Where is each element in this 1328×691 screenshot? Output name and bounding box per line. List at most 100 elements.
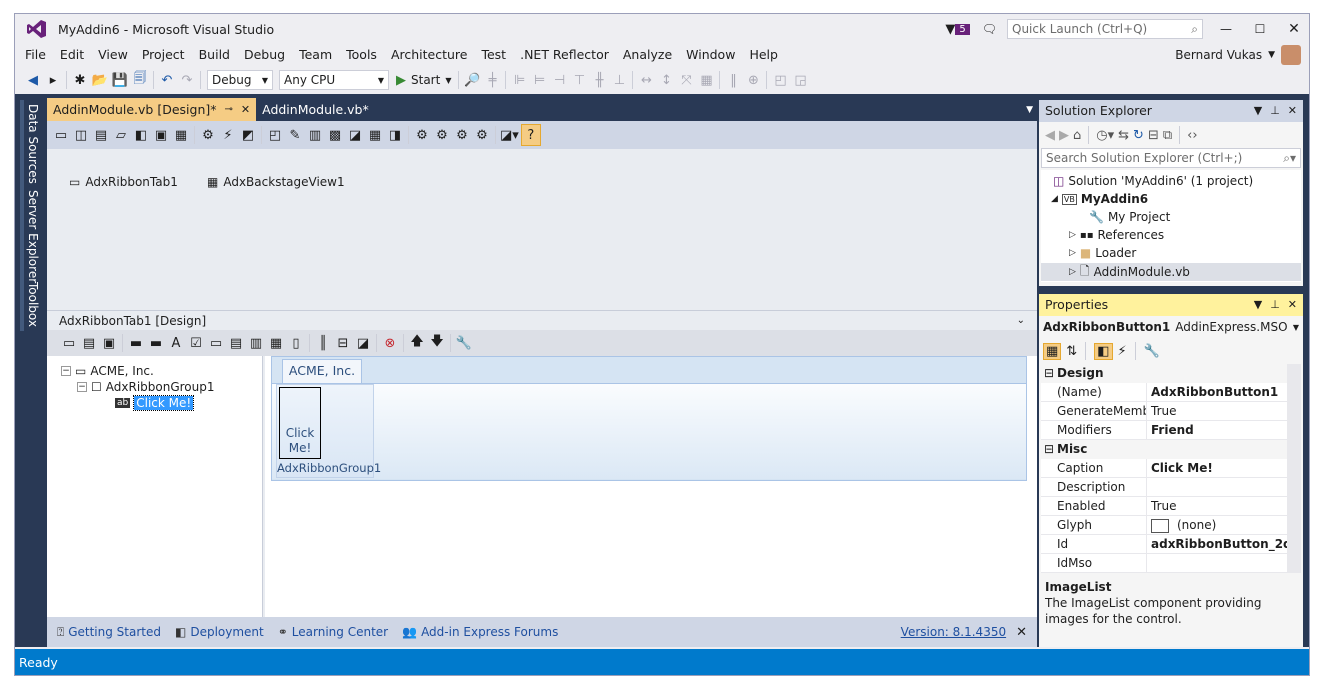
textbox-icon[interactable]: ▬	[127, 332, 145, 354]
property-value[interactable]: Click Me!	[1147, 459, 1287, 477]
property-value[interactable]	[1147, 554, 1287, 572]
collapse-icon[interactable]: −	[77, 382, 87, 392]
tree-item-project[interactable]: ◢ VB MyAddin6	[1051, 192, 1148, 206]
menu-build[interactable]: Build	[192, 44, 237, 66]
bring-front-icon[interactable]: ◰	[771, 69, 789, 91]
link-deployment[interactable]: ◧ Deployment	[175, 625, 264, 639]
button-icon[interactable]: ▭	[60, 332, 78, 354]
menu-test[interactable]: Test	[474, 44, 513, 66]
gear-icon[interactable]: ⚙	[413, 124, 431, 146]
menu-architecture[interactable]: Architecture	[384, 44, 475, 66]
align-top-icon[interactable]: ⊤	[570, 69, 588, 91]
property-row[interactable]: Glyph (none)	[1041, 516, 1287, 535]
wrench-icon[interactable]: 🔧	[1144, 344, 1160, 359]
dropdown-icon[interactable]: ▼	[1254, 100, 1262, 122]
center-icon[interactable]: ⊕	[744, 69, 762, 91]
align-bottom-icon[interactable]: ⊥	[610, 69, 628, 91]
split-button-icon[interactable]: ▣	[100, 332, 118, 354]
close-button[interactable]: ✕	[1277, 21, 1309, 37]
same-size-icon[interactable]: ⤧	[677, 69, 695, 91]
pin-icon[interactable]: ⊥	[1270, 100, 1280, 122]
component-adxribbontab1[interactable]: ▭ AdxRibbonTab1	[69, 175, 178, 189]
combo-icon[interactable]: ▬	[147, 332, 165, 354]
gallery-icon[interactable]: ▤	[80, 332, 98, 354]
close-icon[interactable]: ✕	[1288, 100, 1297, 122]
close-icon[interactable]: ✕	[1016, 625, 1027, 640]
dialog-launcher-icon[interactable]: ⊟	[334, 332, 352, 354]
align-middle-icon[interactable]: ╫	[590, 69, 608, 91]
property-row[interactable]: Enabled True	[1041, 497, 1287, 516]
box-icon[interactable]: ▯	[287, 332, 305, 354]
minimize-button[interactable]: —	[1209, 22, 1243, 36]
property-value[interactable]: AdxRibbonButton1	[1147, 383, 1287, 401]
tab-addinmodule-code[interactable]: AddinModule.vb*	[256, 98, 375, 121]
scrollbar[interactable]	[1291, 386, 1299, 426]
keyboard-shortcut-icon[interactable]: ⚙	[199, 124, 217, 146]
copy-icon[interactable]: ⧉	[1163, 128, 1172, 143]
category-misc[interactable]: ⊟ Misc	[1041, 440, 1287, 459]
tree-item-solution[interactable]: ◫ Solution 'MyAddin6' (1 project)	[1053, 174, 1253, 188]
property-value[interactable]: True	[1147, 497, 1287, 515]
property-row[interactable]: Caption Click Me!	[1041, 459, 1287, 478]
ribbon-menu-icon[interactable]: ◫	[72, 124, 90, 146]
menu-analyze[interactable]: Analyze	[616, 44, 679, 66]
context-menu-icon[interactable]: ▱	[112, 124, 130, 146]
close-icon[interactable]: ✕	[241, 98, 250, 121]
sync-icon[interactable]: ⇆	[1118, 128, 1129, 143]
image-list-icon[interactable]: ▩	[326, 124, 344, 146]
configuration-select[interactable]: Debug ▼	[207, 70, 273, 90]
menu-edit[interactable]: Edit	[53, 44, 91, 66]
menu-debug[interactable]: Debug	[237, 44, 292, 66]
layout-icon[interactable]: ╪	[483, 69, 501, 91]
menu-tools[interactable]: Tools	[339, 44, 384, 66]
properties-icon[interactable]: ◧	[1094, 342, 1113, 360]
component-adxbackstageview1[interactable]: ▦ AdxBackstageView1	[207, 175, 345, 189]
property-row[interactable]: IdMso	[1041, 554, 1287, 573]
property-row[interactable]: Id adxRibbonButton_2db	[1041, 535, 1287, 554]
user-name[interactable]: Bernard Vukas	[1175, 48, 1262, 62]
notification-badge[interactable]: 5	[955, 23, 970, 35]
solution-search[interactable]: Search Solution Explorer (Ctrl+;) ⌕▾	[1041, 148, 1301, 168]
collapse-icon[interactable]: −	[61, 366, 71, 376]
menu-help[interactable]: Help	[742, 44, 785, 66]
property-value[interactable]: (none)	[1147, 516, 1287, 534]
side-tab-server-explorer[interactable]: Server Explorer	[20, 186, 42, 288]
start-button[interactable]: ▶ Start ▼	[396, 73, 451, 88]
form-icon[interactable]: ▦	[172, 124, 190, 146]
collapse-all-icon[interactable]: ⊟	[1148, 128, 1159, 143]
ribbon-button-click-me[interactable]: Click Me!	[279, 387, 321, 459]
forward-icon[interactable]: ▶	[1059, 128, 1069, 143]
move-down-icon[interactable]: 🡇	[428, 332, 446, 354]
quick-launch[interactable]: Quick Launch (Ctrl+Q) ⌕	[1007, 19, 1203, 39]
tree-item-button[interactable]: ab Click Me!	[115, 395, 195, 411]
property-row[interactable]: (Name) AdxRibbonButton1	[1041, 383, 1287, 402]
spacing-icon[interactable]: ‖	[724, 69, 742, 91]
checkbox-icon[interactable]: ☑	[187, 332, 205, 354]
ribbon-group-icon[interactable]: ▤	[92, 124, 110, 146]
resize-icon[interactable]: ◪	[354, 332, 372, 354]
side-tab-toolbox[interactable]: Toolbox	[20, 278, 42, 331]
collapse-icon[interactable]: ⌄	[1017, 311, 1025, 331]
filter-icon[interactable]: ▼	[945, 22, 955, 37]
link-getting-started[interactable]: ⍰ Getting Started	[57, 625, 161, 640]
menu-file[interactable]: File	[18, 44, 53, 66]
tree-item-loader[interactable]: ▷ ■ Loader	[1069, 246, 1136, 260]
undo-icon[interactable]: ↶	[158, 69, 176, 91]
move-up-icon[interactable]: 🡅	[408, 332, 426, 354]
categorized-icon[interactable]: ▦	[1043, 342, 1062, 360]
grid-icon[interactable]: ▦	[697, 69, 715, 91]
pin-icon[interactable]: ⊸	[225, 98, 233, 121]
dropdown-icon[interactable]: ◪▾	[500, 124, 519, 146]
code-icon[interactable]: ‹›	[1187, 128, 1197, 143]
tree-item-references[interactable]: ▷ ▪▪ References	[1069, 228, 1164, 242]
menu-icon[interactable]: ▤	[227, 332, 245, 354]
history-icon[interactable]: ◷▾	[1096, 128, 1114, 143]
find-icon[interactable]: 🔎	[463, 69, 481, 91]
toolbar-icon[interactable]: ▣	[152, 124, 170, 146]
align-left-icon[interactable]: ⊫	[510, 69, 528, 91]
tree-item-my-project[interactable]: 🔧 My Project	[1089, 210, 1170, 224]
back-icon[interactable]: ◀	[1045, 128, 1055, 143]
property-value[interactable]	[1147, 478, 1287, 496]
align-center-icon[interactable]: ⊨	[530, 69, 548, 91]
tab-overflow-icon[interactable]: ▼	[1026, 105, 1033, 115]
